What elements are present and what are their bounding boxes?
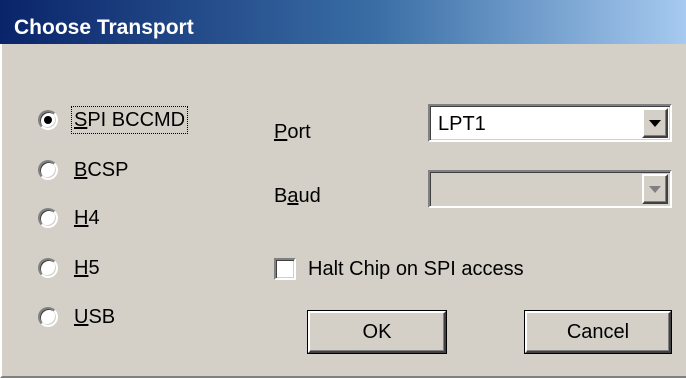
radio-h4[interactable]: H4 — [38, 205, 102, 231]
radio-label-bcsp[interactable]: BCSP — [72, 157, 130, 183]
baud-label-first: B — [274, 185, 288, 207]
radio-label-rest: PI BCCMD — [87, 109, 186, 131]
port-dropdown-button[interactable] — [642, 108, 668, 138]
baud-label: Baud — [274, 184, 321, 208]
radio-label-rest: 4 — [88, 207, 100, 229]
mnemonic: a — [287, 185, 299, 207]
radio-label-rest: CSP — [87, 159, 129, 181]
radio-label-h5[interactable]: H5 — [72, 255, 102, 281]
port-label-rest: ort — [287, 121, 311, 143]
radio-label-spi-bccmd[interactable]: SPI BCCMD — [70, 106, 189, 134]
radio-usb[interactable]: USB — [38, 304, 117, 330]
mnemonic: H — [74, 207, 89, 229]
halt-chip-checkbox[interactable] — [274, 258, 296, 280]
ok-button-label: OK — [362, 320, 392, 343]
baud-select[interactable] — [428, 170, 672, 208]
radio-h5[interactable]: H5 — [38, 255, 102, 281]
port-select[interactable]: LPT1 — [428, 104, 672, 142]
window-title: Choose Transport — [14, 16, 194, 39]
mnemonic: B — [74, 159, 88, 181]
radio-indicator[interactable] — [38, 307, 58, 327]
radio-label-rest: 5 — [88, 257, 100, 279]
port-label: Port — [274, 120, 311, 144]
baud-dropdown-button[interactable] — [642, 174, 668, 204]
radio-label-usb[interactable]: USB — [72, 304, 117, 330]
cancel-button-label: Cancel — [566, 320, 630, 343]
halt-chip-label[interactable]: Halt Chip on SPI access — [308, 258, 524, 281]
chevron-down-icon — [649, 185, 661, 193]
mnemonic: S — [74, 109, 88, 131]
radio-bcsp[interactable]: BCSP — [38, 157, 130, 183]
cancel-button[interactable]: Cancel — [524, 310, 672, 354]
mnemonic: U — [74, 306, 89, 328]
ok-button[interactable]: OK — [307, 310, 447, 354]
radio-selected-dot — [44, 116, 52, 124]
baud-label-rest: ud — [298, 185, 321, 207]
radio-indicator[interactable] — [38, 110, 58, 130]
chevron-down-icon — [649, 119, 661, 127]
radio-label-rest: SB — [88, 306, 116, 328]
mnemonic: H — [74, 257, 89, 279]
radio-indicator[interactable] — [38, 258, 58, 278]
radio-spi-bccmd[interactable]: SPI BCCMD — [38, 106, 189, 134]
halt-chip-checkbox-row[interactable]: Halt Chip on SPI access — [274, 256, 524, 282]
choose-transport-dialog: SPI BCCMD BCSP H4 H5 USB Port LPT1 Baud … — [0, 44, 686, 378]
radio-indicator[interactable] — [38, 160, 58, 180]
mnemonic: P — [274, 121, 288, 143]
title-bar: Choose Transport — [0, 0, 686, 44]
radio-label-h4[interactable]: H4 — [72, 205, 102, 231]
radio-indicator[interactable] — [38, 208, 58, 228]
port-value: LPT1 — [438, 113, 486, 135]
